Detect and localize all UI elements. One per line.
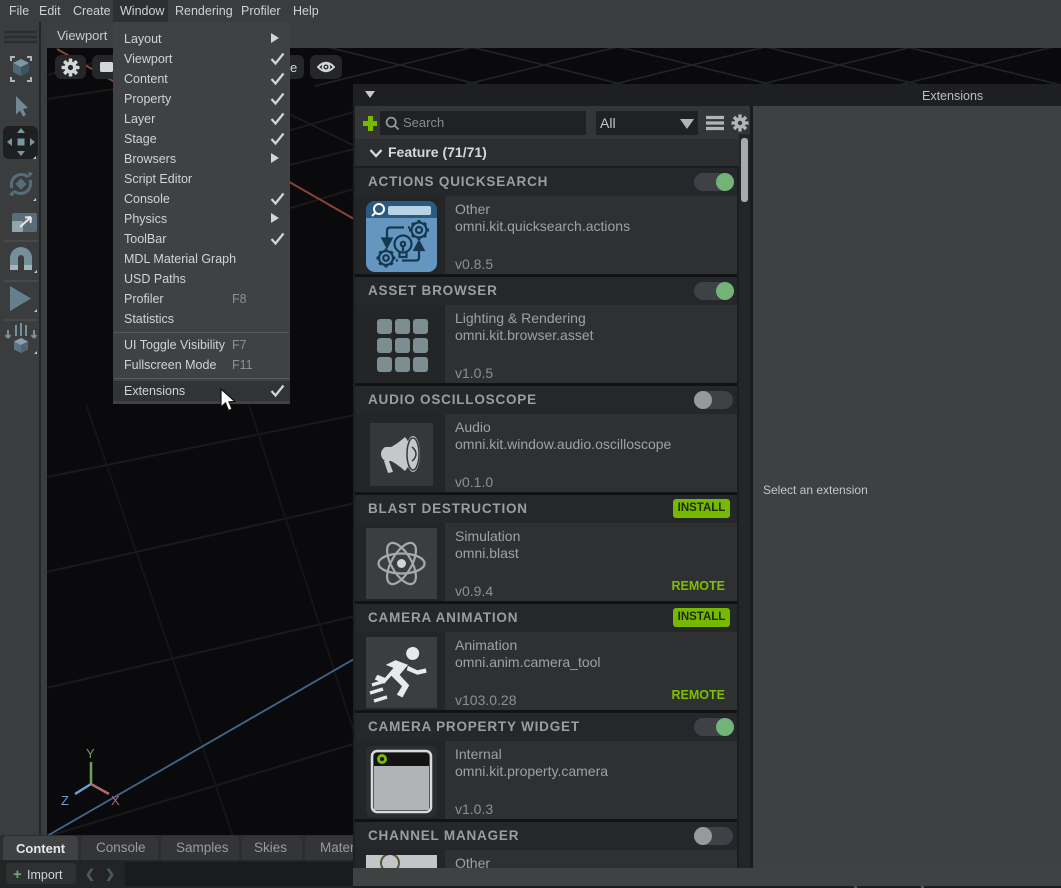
svg-text:Y: Y	[86, 746, 95, 761]
svg-text:X: X	[111, 793, 120, 808]
svg-text:Z: Z	[61, 793, 69, 808]
